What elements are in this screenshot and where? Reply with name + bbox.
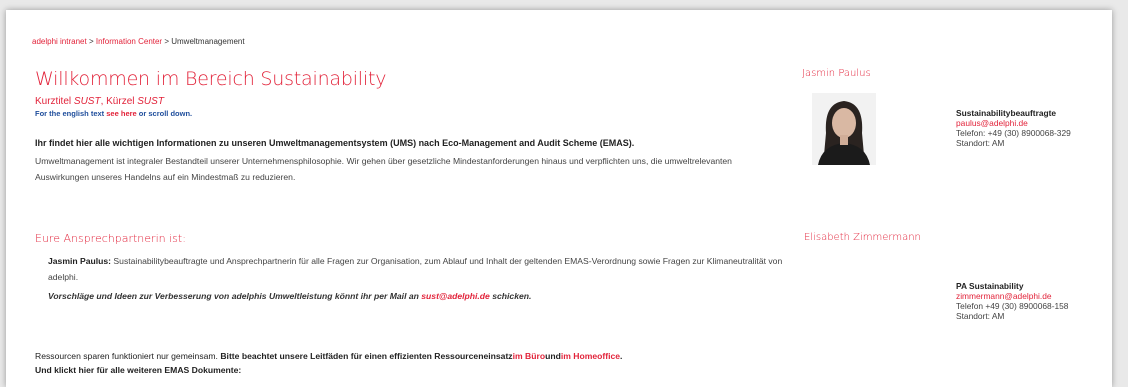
intro-heading: Ihr findet hier alle wichtigen Informati… [35,138,635,148]
contact-name: Jasmin Paulus: [48,256,112,266]
contact-description: Jasmin Paulus: Sustainabilitybeauftragte… [48,253,798,285]
person2-location: Standort: AM [956,311,1005,321]
breadcrumb-separator: > [86,37,96,46]
suggestion-line: Vorschläge und Ideen zur Verbesserung vo… [48,291,531,301]
suggestion-mail-link[interactable]: sust@adelphi.de [421,291,490,301]
person2-name: Elisabeth Zimmermann [804,232,921,243]
resources-plain: Ressourcen sparen funktioniert nur gemei… [35,351,221,361]
page-title: Willkommen im Bereich Sustainability [35,68,387,90]
person1-location: Standort: AM [956,138,1005,148]
person2-phone: Telefon +49 (30) 8900068-158 [956,301,1069,311]
english-notice: For the english text see here or scroll … [35,109,192,118]
subtitle-code: SUST [137,96,164,107]
person1-photo [812,93,876,165]
intro-paragraph: Umweltmanagement ist integraler Bestandt… [35,156,732,182]
subtitle-mid: , Kürzel [100,96,138,107]
portrait-image [812,93,876,165]
homeoffice-guide-link[interactable]: im Homeoffice [561,351,620,361]
person1-role: Sustainabilitybeauftragte [956,108,1057,118]
resources-and: und [545,351,561,361]
resources-end: . [620,351,623,361]
contact-heading: Eure Ansprechpartnerin ist: [35,232,186,245]
suggestion-suffix: schicken. [489,291,532,301]
contact-text: Sustainabilitybeauftragte und Ansprechpa… [48,256,783,282]
person1-contact: Sustainabilitybeauftragte paulus@adelphi… [956,108,1071,148]
breadcrumb-link-information-center[interactable]: Information Center [96,37,162,46]
breadcrumb-link-intranet[interactable]: adelphi intranet [32,37,87,46]
subtitle-code: SUST [73,96,101,107]
breadcrumb: adelphi intranet > Information Center > … [32,37,245,46]
resources-line: Ressourcen sparen funktioniert nur gemei… [35,351,622,361]
person1-name: Jasmin Paulus [802,68,871,79]
emas-documents-line: Und klickt hier für alle weiteren EMAS D… [35,365,242,375]
person2-role: PA Sustainability [956,281,1024,291]
breadcrumb-separator: > [162,37,172,46]
english-suffix: or scroll down. [136,109,193,118]
person1-email-link[interactable]: paulus@adelphi.de [956,118,1071,128]
person2-email-link[interactable]: zimmermann@adelphi.de [956,291,1068,301]
english-link[interactable]: see here [106,109,136,118]
subtitle-prefix: Kurztitel [35,96,74,107]
person1-phone: Telefon: +49 (30) 8900068-329 [956,128,1071,138]
breadcrumb-current: Umweltmanagement [171,37,245,46]
person2-contact: PA Sustainability zimmermann@adelphi.de … [956,281,1068,321]
page-content: adelphi intranet > Information Center > … [6,10,1112,387]
office-guide-link[interactable]: im Büro [513,351,545,361]
suggestion-prefix: Vorschläge und Ideen zur Verbesserung vo… [48,291,422,301]
english-prefix: For the english text [35,109,107,118]
page-subtitle: Kurztitel SUST, Kürzel SUST [35,96,164,107]
resources-bold: Bitte beachtet unsere Leitfäden für eine… [220,351,513,361]
